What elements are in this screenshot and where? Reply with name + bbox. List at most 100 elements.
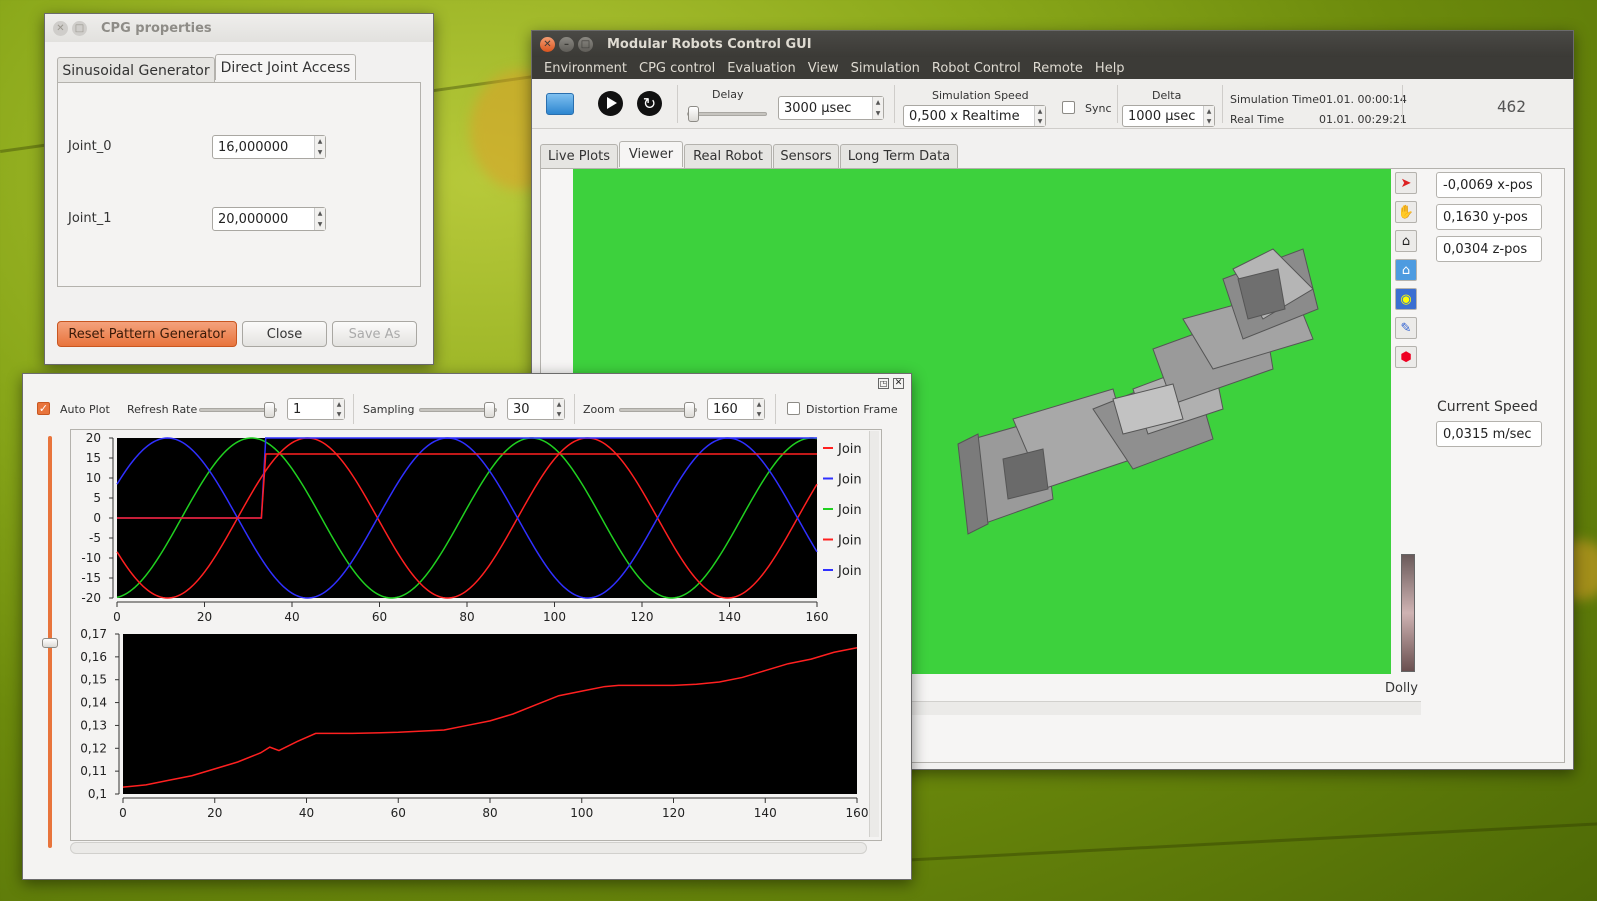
joint-1-spinbox[interactable]: 20,000000 ▲ ▼ <box>212 207 326 231</box>
close-window-button[interactable]: ✕ <box>53 20 68 36</box>
save-as-button[interactable]: Save As <box>332 321 417 347</box>
joint-0-spinbox[interactable]: 16,000000 ▲ ▼ <box>212 135 326 159</box>
y-tick-label: -15 <box>81 571 101 585</box>
zoom-spinbox[interactable]: 160 ▲ ▼ <box>707 398 765 420</box>
joint-0-label: Joint_0 <box>68 139 112 154</box>
cube-icon[interactable]: ⬢ <box>1395 346 1417 368</box>
x-tick-label: 40 <box>284 610 299 622</box>
reset-icon[interactable]: ↻ <box>637 91 662 116</box>
menu-remote[interactable]: Remote <box>1027 61 1089 76</box>
plot-area: 0 20 40 60 80 100 120 140 160 20 15 10 5 0 -5 -10 -15 -20… <box>70 429 882 841</box>
dolly-slider[interactable] <box>1401 554 1415 672</box>
tab-real-robot[interactable]: Real Robot <box>684 144 772 168</box>
tab-sensors[interactable]: Sensors <box>773 144 839 168</box>
pointer-arrow-icon[interactable]: ➤ <box>1395 172 1417 194</box>
x-tick-label: 20 <box>197 610 212 622</box>
sampling-slider[interactable] <box>419 402 497 418</box>
close-window-button[interactable]: ✕ <box>540 36 555 52</box>
home-icon[interactable]: ⌂ <box>1395 230 1417 252</box>
y-tick-label: 10 <box>86 471 101 485</box>
delay-value: 3000 µsec <box>784 100 852 116</box>
close-button[interactable]: Close <box>242 321 327 347</box>
x-tick-label: 160 <box>846 806 869 820</box>
current-speed-field: 0,0315 m/sec <box>1436 421 1542 447</box>
main-toolbar: ↻ Delay 3000 µsec ▲ ▼ Simulation Speed 0,5… <box>532 79 1573 129</box>
y-pos-field: 0,1630 y-pos <box>1436 204 1542 230</box>
menu-simulation[interactable]: Simulation <box>845 61 926 76</box>
y-tick-label: 0,17 <box>80 628 107 641</box>
plot-window: ◳ ✕ ✓ Auto Plot Refresh Rate 1 ▲ ▼ Samplin… <box>22 373 912 880</box>
menu-environment[interactable]: Environment <box>538 61 633 76</box>
x-tick-label: 60 <box>372 610 387 622</box>
reset-pattern-generator-button[interactable]: Reset Pattern Generator <box>57 321 237 347</box>
delta-spinbox[interactable]: 1000 µsec ▲ ▼ <box>1122 105 1215 127</box>
flashlight-icon[interactable]: ✎ <box>1395 317 1417 339</box>
maximize-window-button[interactable]: □ <box>578 36 593 52</box>
auto-plot-checkbox[interactable]: ✓ <box>37 402 50 415</box>
y-tick-label: 0,15 <box>80 673 107 687</box>
play-icon[interactable] <box>598 91 623 116</box>
tab-live-plots[interactable]: Live Plots <box>540 144 618 168</box>
simulation-speed-spinbox[interactable]: 0,500 x Realtime ▲ ▼ <box>903 105 1046 127</box>
menu-robot-control[interactable]: Robot Control <box>926 61 1027 76</box>
x-tick-label: 80 <box>459 610 474 622</box>
x-tick-label: 160 <box>806 610 829 622</box>
sync-checkbox[interactable] <box>1062 101 1075 114</box>
minimize-window-button[interactable]: – <box>559 36 574 52</box>
x-tick-label: 0 <box>119 806 127 820</box>
eye-icon[interactable]: ◉ <box>1395 288 1417 310</box>
plot-canvas <box>123 634 857 794</box>
y-tick-label: 0,1 <box>88 787 107 801</box>
menu-cpg-control[interactable]: CPG control <box>633 61 721 76</box>
main-tabs: Live Plots Viewer Real Robot Sensors Lon… <box>540 141 1570 168</box>
open-folder-icon[interactable] <box>546 93 574 115</box>
y-tick-label: -10 <box>81 551 101 565</box>
joint-1-label: Joint_1 <box>68 211 112 226</box>
plot-vertical-slider-knob[interactable] <box>42 638 58 648</box>
sampling-spinbox[interactable]: 30 ▲ ▼ <box>507 398 565 420</box>
menu-help[interactable]: Help <box>1089 61 1131 76</box>
cpg-titlebar: ✕ □ CPG properties <box>45 14 433 42</box>
refresh-rate-slider[interactable] <box>199 402 277 418</box>
y-tick-label: 0,12 <box>80 741 107 755</box>
zoom-slider[interactable] <box>619 402 697 418</box>
refresh-rate-spinbox[interactable]: 1 ▲ ▼ <box>287 398 345 420</box>
cpg-properties-window: ✕ □ CPG properties Sinusoidal Generator … <box>44 13 434 365</box>
x-tick-label: 100 <box>543 610 566 622</box>
distortion-frame-checkbox[interactable] <box>787 402 800 415</box>
real-time-value: 01.01. 00:29:21 <box>1319 113 1407 126</box>
tab-long-term-data[interactable]: Long Term Data <box>840 144 958 168</box>
x-tick-label: 120 <box>631 610 654 622</box>
y-tick-label: 0,16 <box>80 650 107 664</box>
toolbar-separator <box>1222 85 1223 123</box>
toolbar-separator <box>1402 85 1403 123</box>
plot-vertical-scrollbar[interactable] <box>869 431 879 837</box>
zoom-label: Zoom <box>583 403 615 416</box>
x-tick-label: 0 <box>113 610 121 622</box>
home-blue-icon[interactable]: ⌂ <box>1395 259 1417 281</box>
close-icon[interactable]: ✕ <box>893 378 904 389</box>
x-tick-label: 140 <box>754 806 777 820</box>
refresh-rate-value: 1 <box>293 401 302 417</box>
tab-sinusoidal-generator[interactable]: Sinusoidal Generator <box>57 57 215 83</box>
joint-0-value: 16,000000 <box>218 139 289 155</box>
maximize-window-button[interactable]: □ <box>72 20 87 36</box>
plot-horizontal-scrollbar[interactable] <box>70 842 867 854</box>
simulation-time-label: Simulation Time <box>1230 93 1320 106</box>
legend-label: Join <box>837 473 862 488</box>
delta-label: Delta <box>1152 89 1182 102</box>
x-tick-label: 20 <box>207 806 222 820</box>
tab-viewer[interactable]: Viewer <box>619 141 683 167</box>
toolbar-separator <box>1117 85 1118 123</box>
speed-chart: 0 20 40 60 80 100 120 140 160 0,17 0,16 0,15 0,14 0,1… <box>80 628 869 820</box>
menu-view[interactable]: View <box>802 61 845 76</box>
y-tick-label: -5 <box>89 531 101 545</box>
hand-icon[interactable]: ✋ <box>1395 201 1417 223</box>
delay-slider[interactable] <box>687 106 767 122</box>
legend-label: Join <box>837 534 862 549</box>
tab-direct-joint-access[interactable]: Direct Joint Access <box>215 54 356 80</box>
menu-evaluation[interactable]: Evaluation <box>721 61 802 76</box>
delay-spinbox[interactable]: 3000 µsec ▲ ▼ <box>778 96 884 120</box>
x-tick-label: 120 <box>662 806 685 820</box>
float-icon[interactable]: ◳ <box>878 378 889 389</box>
